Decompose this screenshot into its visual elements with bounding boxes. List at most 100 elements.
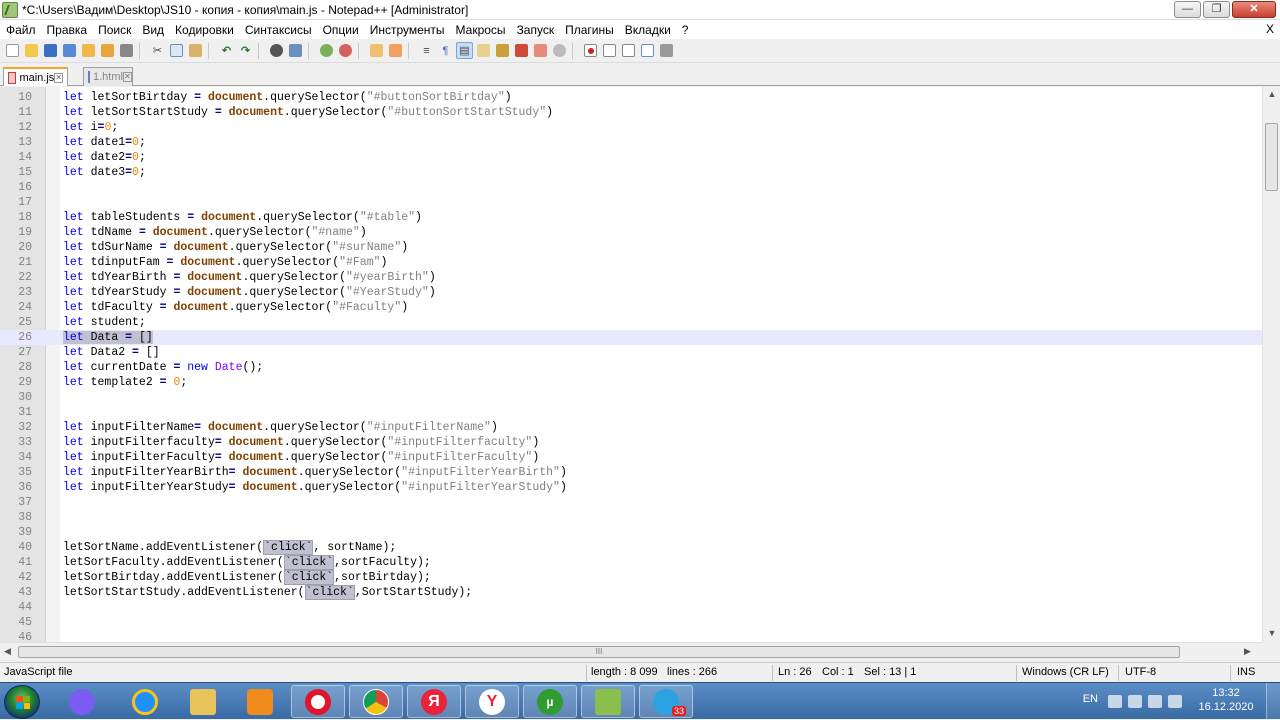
taskbar-alice[interactable] [55,685,109,718]
code-line[interactable]: 42 letSortBirtday.addEventListener(`click… [0,570,1262,585]
code-line[interactable]: 33 let inputFilterfaculty= document.query… [0,435,1262,450]
code-line[interactable]: 22 let tdYearBirth = document.querySelect… [0,270,1262,285]
code-line[interactable]: 21 let tdinputFam = document.querySelecto… [0,255,1262,270]
copy-icon[interactable] [168,42,185,59]
cut-icon[interactable]: ✂ [149,42,166,59]
code-line[interactable]: 23 let tdYearStudy = document.querySelect… [0,285,1262,300]
code-line[interactable]: 18 let tableStudents = document.querySele… [0,210,1262,225]
menu-help[interactable]: ? [682,23,689,37]
undo-icon[interactable]: ↶ [218,42,235,59]
code-line[interactable]: 40 letSortName.addEventListener(`click`, … [0,540,1262,555]
function-list-icon[interactable] [513,42,530,59]
code-line[interactable]: 29 let template2 = 0; [0,375,1262,390]
code-line[interactable]: 13 let date1=0; [0,135,1262,150]
horizontal-scrollbar[interactable]: ◀ III ▶ [0,642,1262,660]
show-all-chars-icon[interactable]: ¶ [437,42,454,59]
taskbar-telegram[interactable]: 33 [639,685,693,718]
code-line[interactable]: 41 letSortFaculty.addEventListener(`click… [0,555,1262,570]
close-icon[interactable] [80,42,97,59]
tab-1-html[interactable]: 1.html ✕ [83,67,133,86]
menu-file[interactable]: Файл [6,23,36,37]
taskbar-internet-explorer[interactable] [118,685,172,718]
menu-language[interactable]: Синтаксисы [245,23,312,37]
menu-macro[interactable]: Макросы [456,23,506,37]
tab-main-js[interactable]: main.js ✕ [3,67,68,86]
code-line[interactable]: 15 let date3=0; [0,165,1262,180]
menu-settings[interactable]: Опции [323,23,359,37]
code-line[interactable]: 24 let tdFaculty = document.querySelector… [0,300,1262,315]
code-line[interactable]: 12 let i=0; [0,120,1262,135]
code-line[interactable]: 14 let date2=0; [0,150,1262,165]
code-line[interactable]: 37 [0,495,1262,510]
code-line[interactable]: 10 let letSortBirtday = document.querySel… [0,90,1262,105]
scroll-down-icon[interactable]: ▼ [1266,628,1278,640]
code-lines[interactable]: 10 let letSortBirtday = document.querySel… [0,90,1262,642]
status-encoding[interactable]: UTF-8 [1125,666,1156,678]
clock[interactable]: 13:32 16.12.2020 [1196,686,1256,714]
find-icon[interactable] [268,42,285,59]
code-line[interactable]: 46 [0,630,1262,642]
taskbar-yandex-browser[interactable]: Y [465,685,519,718]
monitoring-icon[interactable] [551,42,568,59]
tray-expand-icon[interactable] [1108,695,1122,708]
scroll-up-icon[interactable]: ▲ [1266,89,1278,101]
close-tab-icon[interactable]: ✕ [122,72,132,82]
code-line[interactable]: 19 let tdName = document.querySelector("#… [0,225,1262,240]
replace-icon[interactable] [287,42,304,59]
code-line[interactable]: 36 let inputFilterYearStudy= document.que… [0,480,1262,495]
code-line[interactable]: 39 [0,525,1262,540]
new-file-icon[interactable] [4,42,21,59]
save-macro-icon[interactable] [658,42,675,59]
menu-tools[interactable]: Инструменты [370,23,445,37]
sync-vertical-icon[interactable] [368,42,385,59]
volume-icon[interactable] [1168,695,1182,708]
zoom-out-icon[interactable] [337,42,354,59]
menu-edit[interactable]: Правка [47,23,88,37]
stop-macro-icon[interactable] [601,42,618,59]
taskbar-opera[interactable] [291,685,345,718]
code-line[interactable]: 11 let letSortStartStudy = document.query… [0,105,1262,120]
code-line[interactable]: 34 let inputFilterFaculty= document.query… [0,450,1262,465]
save-all-icon[interactable] [61,42,78,59]
code-line[interactable]: 16 [0,180,1262,195]
restore-button[interactable]: ❐ [1203,1,1230,18]
record-macro-icon[interactable] [582,42,599,59]
taskbar-notepadpp[interactable] [581,685,635,718]
taskbar-media-player[interactable] [233,685,287,718]
print-icon[interactable] [118,42,135,59]
code-line[interactable]: 32 let inputFilterName= document.querySel… [0,420,1262,435]
code-line[interactable]: 44 [0,600,1262,615]
word-wrap-icon[interactable]: ≡ [418,42,435,59]
indent-guide-icon[interactable]: ▤ [456,42,473,59]
status-eol[interactable]: Windows (CR LF) [1022,666,1109,678]
folder-workspace-icon[interactable] [532,42,549,59]
vertical-scroll-thumb[interactable] [1265,123,1278,191]
scroll-left-icon[interactable]: ◀ [4,646,11,657]
menu-encoding[interactable]: Кодировки [175,23,234,37]
menu-view[interactable]: Вид [142,23,164,37]
menu-run[interactable]: Запуск [517,23,555,37]
code-line[interactable]: 38 [0,510,1262,525]
sync-horizontal-icon[interactable] [387,42,404,59]
scroll-right-icon[interactable]: ▶ [1244,646,1251,657]
code-line[interactable]: 17 [0,195,1262,210]
status-insert-mode[interactable]: INS [1237,666,1255,678]
notepadpp-app-icon[interactable] [2,1,18,18]
taskbar-yandex[interactable]: Я [407,685,461,718]
save-icon[interactable] [42,42,59,59]
show-desktop-button[interactable] [1266,683,1280,720]
menu-search[interactable]: Поиск [98,23,131,37]
code-line[interactable]: 20 let tdSurName = document.querySelector… [0,240,1262,255]
menu-plugins[interactable]: Плагины [565,23,614,37]
minimize-button[interactable]: — [1174,1,1201,18]
code-line[interactable]: 43 letSortStartStudy.addEventListener(`cl… [0,585,1262,600]
menu-window[interactable]: Вкладки [625,23,671,37]
horizontal-scroll-thumb[interactable]: III [18,646,1180,658]
taskbar-file-explorer[interactable] [176,685,230,718]
start-button[interactable] [4,685,40,719]
code-line[interactable]: 45 [0,615,1262,630]
taskbar-utorrent[interactable]: µ [523,685,577,718]
play-macro-icon[interactable] [620,42,637,59]
paste-icon[interactable] [187,42,204,59]
code-line[interactable]: 35 let inputFilterYearBirth= document.que… [0,465,1262,480]
